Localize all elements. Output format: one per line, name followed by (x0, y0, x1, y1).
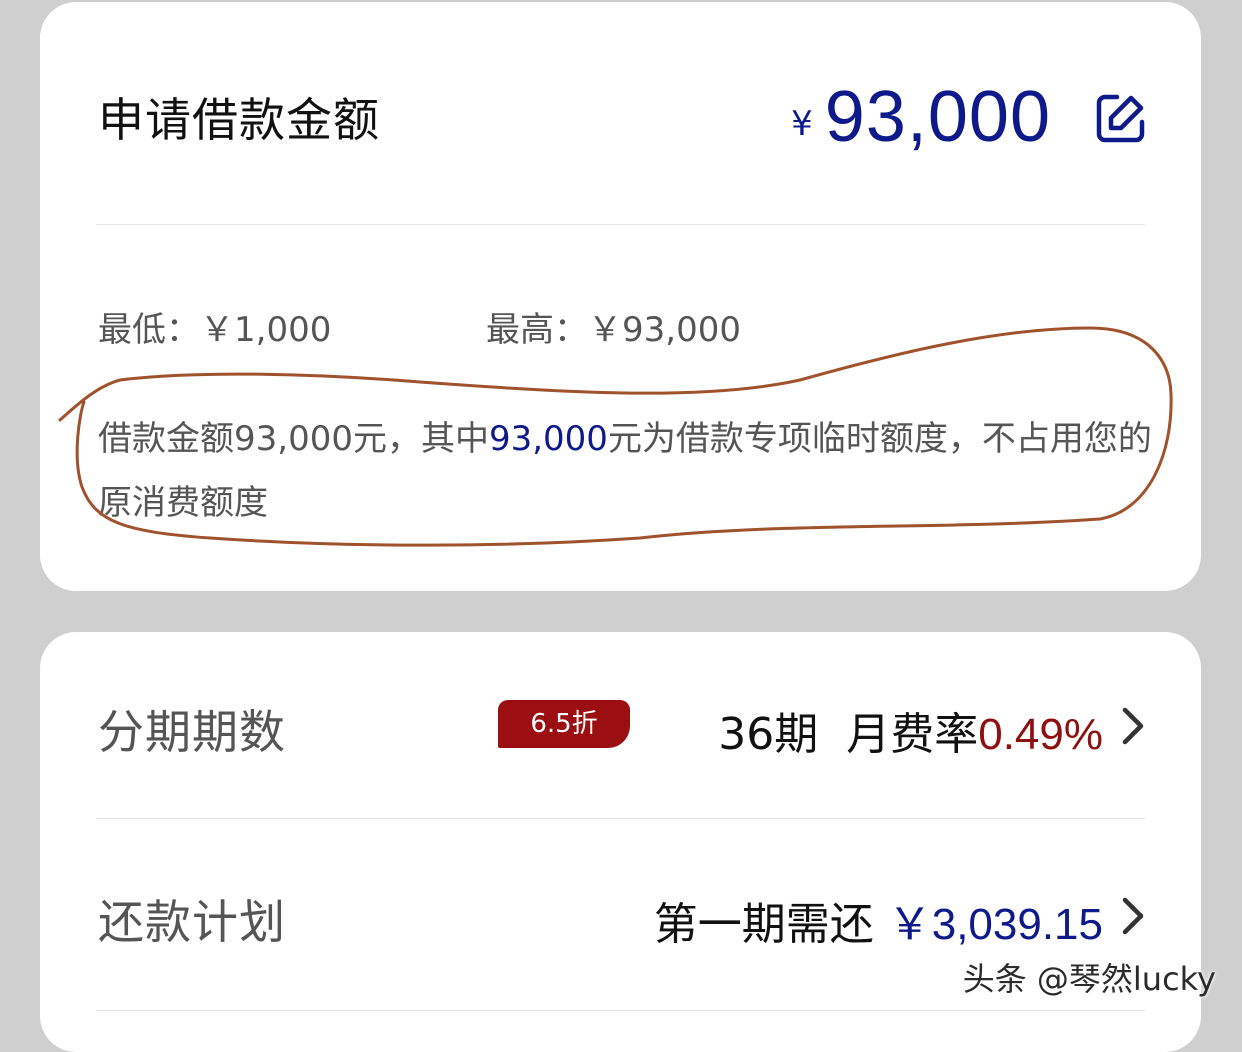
installment-value: 36期 月费率0.49% (718, 698, 1103, 762)
first-payment-amount: ￥3,039.15 (887, 900, 1103, 949)
discount-badge: 6.5折 (498, 700, 630, 748)
currency-symbol: ¥ (791, 104, 813, 144)
note-highlight-amount: 93,000 (488, 419, 608, 459)
repayment-plan-label: 还款计划 (98, 895, 286, 949)
monthly-rate-value: 0.49% (978, 710, 1103, 759)
watermark: 头条 @琴然lucky (962, 960, 1216, 998)
first-payment-label: 第一期需还 (653, 899, 874, 950)
loan-amount-title: 申请借款金额 (98, 93, 380, 147)
monthly-rate-label: 月费率 (846, 709, 979, 760)
chevron-right-icon[interactable] (1119, 704, 1147, 748)
loan-amount-display[interactable]: ¥93,000 (791, 76, 1051, 158)
loan-amount-card: 申请借款金额 ¥93,000 最低：￥1,000 最高：￥93,000 借款金额… (40, 2, 1201, 591)
chevron-right-icon[interactable] (1119, 894, 1147, 938)
installment-periods: 36期 (718, 709, 819, 760)
divider (96, 224, 1145, 225)
min-amount: 最低：￥1,000 (98, 310, 332, 350)
divider (96, 818, 1145, 819)
loan-amount-value: 93,000 (824, 77, 1051, 157)
installment-label: 分期期数 (98, 705, 286, 759)
divider (96, 1010, 1145, 1011)
edit-icon[interactable] (1095, 92, 1147, 144)
max-amount: 最高：￥93,000 (486, 310, 741, 350)
note-text-start: 借款金额93,000元，其中 (98, 419, 489, 459)
loan-quota-note: 借款金额93,000元，其中93,000元为借款专项临时额度，不占用您的原消费额… (98, 407, 1158, 535)
first-payment: 第一期需还 ￥3,039.15 (654, 888, 1103, 952)
